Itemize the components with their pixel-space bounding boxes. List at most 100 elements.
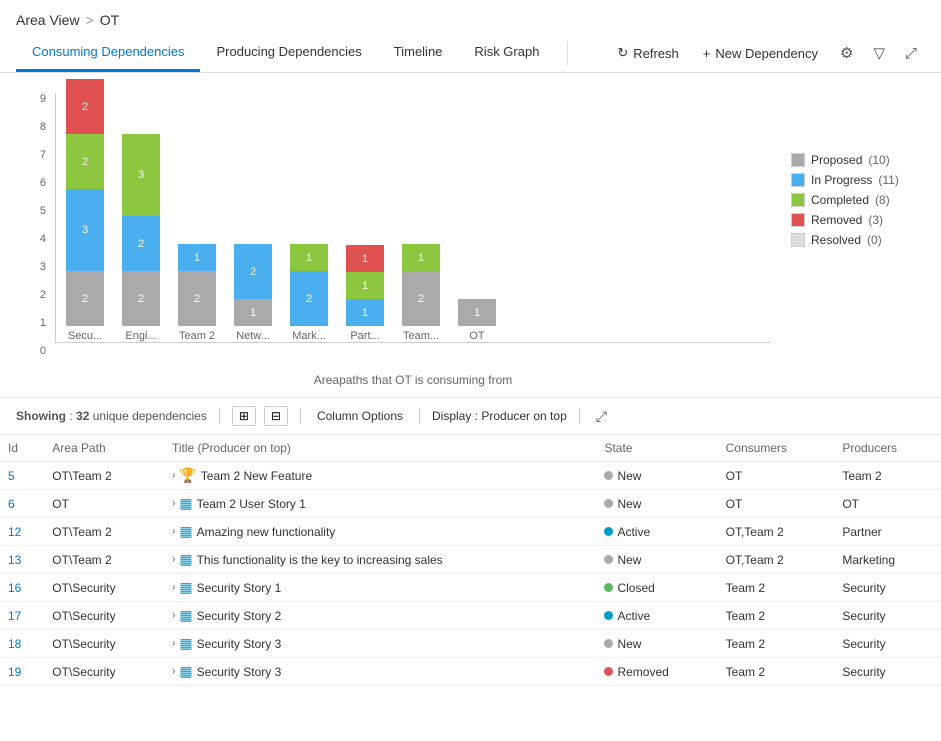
bar-segment: 2 (402, 271, 440, 326)
row-expand-arrow[interactable]: › (172, 498, 175, 509)
row-title-cell: ›▦Security Story 3 (164, 630, 596, 658)
legend-count: (3) (868, 213, 883, 227)
row-title: Security Story 2 (197, 609, 282, 623)
gear-icon: ⚙ (840, 45, 853, 62)
row-id-cell: 16 (0, 574, 44, 602)
row-id-link[interactable]: 17 (8, 609, 21, 623)
bar-segment: 3 (122, 134, 160, 216)
bar-segment: 2 (122, 271, 160, 326)
bar-segment: 2 (66, 79, 104, 134)
bar-group[interactable]: 2322Secu... (66, 79, 104, 342)
table-container: IdArea PathTitle (Producer on top)StateC… (0, 435, 941, 686)
chart-legend: Proposed(10)In Progress(11)Completed(8)R… (791, 93, 921, 387)
bar-segment: 1 (234, 299, 272, 326)
story-icon: ▦ (179, 607, 192, 624)
row-expand-arrow[interactable]: › (172, 610, 175, 621)
plus-icon: + (703, 46, 711, 61)
row-expand-arrow[interactable]: › (172, 638, 175, 649)
row-title: Amazing new functionality (197, 525, 336, 539)
column-options-button[interactable]: Column Options (313, 407, 407, 425)
row-id-link[interactable]: 18 (8, 637, 21, 651)
row-title-cell: ›🏆Team 2 New Feature (164, 462, 596, 490)
state-text: Active (617, 609, 650, 623)
trophy-icon: 🏆 (179, 467, 196, 484)
row-id-link[interactable]: 12 (8, 525, 21, 539)
bar-label: OT (469, 330, 484, 342)
row-id-link[interactable]: 13 (8, 553, 21, 567)
row-area-cell: OT\Security (44, 602, 164, 630)
row-id-cell: 17 (0, 602, 44, 630)
table-row[interactable]: 12OT\Team 2›▦Amazing new functionalityAc… (0, 518, 941, 546)
header-row: IdArea PathTitle (Producer on top)StateC… (0, 435, 941, 462)
bar-segment: 1 (346, 245, 384, 272)
bar-segment: 2 (290, 271, 328, 326)
row-producers-cell: Marketing (834, 546, 941, 574)
bar-group[interactable]: 12Netw... (234, 244, 272, 342)
row-id-link[interactable]: 19 (8, 665, 21, 679)
row-title: Team 2 User Story 1 (197, 497, 306, 511)
row-id-link[interactable]: 6 (8, 497, 15, 511)
table-expand-icon[interactable]: ⤢ (596, 408, 607, 425)
row-producers-cell: Security (834, 630, 941, 658)
bar-group[interactable]: 111Part... (346, 245, 384, 342)
story-icon: ▦ (179, 663, 192, 680)
state-text: Active (617, 525, 650, 539)
row-consumers-cell: OT,Team 2 (718, 546, 835, 574)
tab-producing[interactable]: Producing Dependencies (200, 34, 377, 72)
table-row[interactable]: 17OT\Security›▦Security Story 2ActiveTea… (0, 602, 941, 630)
chart-body: 2322Secu...223Engi...21Team 212Netw...21… (55, 93, 771, 343)
expand-rows-button[interactable]: ⊞ (232, 406, 256, 426)
table-header-cell: Area Path (44, 435, 164, 462)
table-header-cell: Consumers (718, 435, 835, 462)
row-title-cell: ›▦Team 2 User Story 1 (164, 490, 596, 518)
legend-label: Resolved (811, 233, 861, 247)
tab-risk[interactable]: Risk Graph (458, 34, 555, 72)
refresh-button[interactable]: ↻ Refresh (607, 39, 688, 67)
settings-button[interactable]: ⚙ (832, 38, 861, 68)
bar-segment: 1 (290, 244, 328, 271)
row-id-link[interactable]: 16 (8, 581, 21, 595)
row-consumers-cell: OT,Team 2 (718, 518, 835, 546)
row-id-link[interactable]: 5 (8, 469, 15, 483)
refresh-icon: ↻ (617, 45, 628, 61)
table-row[interactable]: 5OT\Team 2›🏆Team 2 New FeatureNewOTTeam … (0, 462, 941, 490)
table-row[interactable]: 16OT\Security›▦Security Story 1ClosedTea… (0, 574, 941, 602)
table-row[interactable]: 18OT\Security›▦Security Story 3NewTeam 2… (0, 630, 941, 658)
new-dependency-button[interactable]: + New Dependency (693, 40, 828, 67)
state-text: Removed (617, 665, 668, 679)
bars-row: 2322Secu...223Engi...21Team 212Netw...21… (56, 93, 771, 342)
row-area-cell: OT\Team 2 (44, 546, 164, 574)
bar-group[interactable]: 21Team... (402, 244, 440, 342)
bar-group[interactable]: 1OT (458, 299, 496, 342)
row-expand-arrow[interactable]: › (172, 470, 175, 481)
tab-consuming[interactable]: Consuming Dependencies (16, 34, 200, 72)
tab-timeline[interactable]: Timeline (378, 34, 459, 72)
bar-group[interactable]: 223Engi... (122, 134, 160, 342)
table-row[interactable]: 6OT›▦Team 2 User Story 1NewOTOT (0, 490, 941, 518)
row-expand-arrow[interactable]: › (172, 554, 175, 565)
bar-group[interactable]: 21 Mark... (290, 244, 328, 342)
row-expand-arrow[interactable]: › (172, 582, 175, 593)
row-state-cell: Closed (596, 574, 717, 602)
showing-divider-4 (579, 408, 580, 424)
row-id-cell: 18 (0, 630, 44, 658)
dependencies-table: IdArea PathTitle (Producer on top)StateC… (0, 435, 941, 686)
breadcrumb-area[interactable]: Area View (16, 12, 80, 28)
state-dot (604, 471, 613, 480)
bar-group[interactable]: 21Team 2 (178, 244, 216, 342)
expand-button[interactable]: ⤢ (897, 39, 925, 68)
showing-text: Showing : 32 unique dependencies (16, 409, 207, 423)
collapse-rows-button[interactable]: ⊟ (264, 406, 288, 426)
bar-label: Team 2 (179, 330, 215, 342)
legend-count: (11) (878, 173, 898, 187)
filter-button[interactable]: ▽ (865, 38, 893, 68)
row-expand-arrow[interactable]: › (172, 666, 175, 677)
row-expand-arrow[interactable]: › (172, 526, 175, 537)
state-dot (604, 639, 613, 648)
bar-label: Mark... (292, 330, 326, 342)
row-consumers-cell: OT (718, 462, 835, 490)
table-row[interactable]: 19OT\Security›▦Security Story 3RemovedTe… (0, 658, 941, 686)
table-row[interactable]: 13OT\Team 2›▦This functionality is the k… (0, 546, 941, 574)
state-text: New (617, 637, 641, 651)
state-dot (604, 555, 613, 564)
